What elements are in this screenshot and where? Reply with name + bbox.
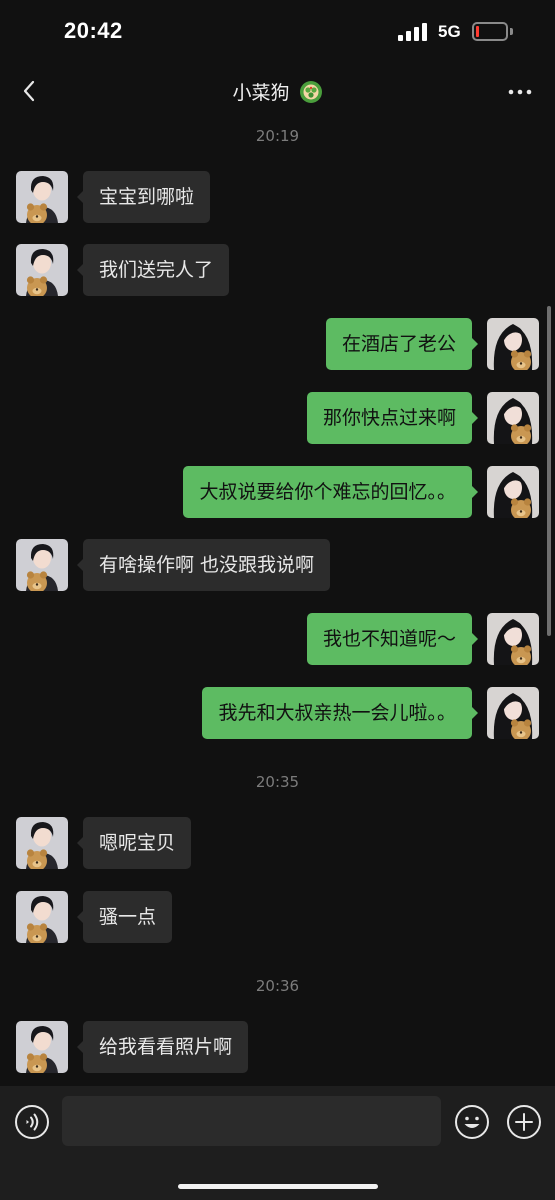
chat-scrollbar[interactable] xyxy=(547,306,551,636)
timestamp: 20:36 xyxy=(255,977,300,995)
signal-icon xyxy=(398,23,428,41)
message-bubble-outgoing[interactable]: 在酒店了老公 xyxy=(325,318,479,370)
battery-cap xyxy=(510,28,513,35)
contact-avatar[interactable] xyxy=(16,891,68,943)
home-indicator[interactable] xyxy=(178,1184,378,1189)
contact-avatar[interactable] xyxy=(16,539,68,591)
chat-title-area: 小菜狗 xyxy=(0,78,555,105)
plus-icon xyxy=(507,1105,541,1139)
more-dots-icon xyxy=(508,89,532,95)
message-bubble-outgoing[interactable]: 那你快点过来啊 xyxy=(306,392,479,444)
my-avatar[interactable] xyxy=(487,613,539,665)
more-functions-button[interactable] xyxy=(506,1104,542,1140)
more-button[interactable] xyxy=(505,80,535,104)
network-type: 5G xyxy=(438,22,461,41)
message-bubble-outgoing[interactable]: 我也不知道呢～ xyxy=(306,613,479,665)
contact-avatar[interactable] xyxy=(16,817,68,869)
chat-title: 小菜狗 xyxy=(232,82,290,104)
my-avatar[interactable] xyxy=(487,687,539,739)
message-bubble-incoming[interactable]: 宝宝到哪啦 xyxy=(76,171,211,223)
battery-icon xyxy=(472,22,508,41)
message-bubble-incoming[interactable]: 给我看看照片啊 xyxy=(76,1021,249,1073)
message-bubble-outgoing[interactable]: 大叔说要给你个难忘的回忆。。 xyxy=(183,466,478,518)
message-bubble-incoming[interactable]: 我们送完人了 xyxy=(76,244,230,296)
status-time: 20:42 xyxy=(64,18,123,43)
timestamp: 20:35 xyxy=(255,773,300,791)
status-bar: 20:42 5G xyxy=(0,0,555,66)
voice-icon xyxy=(15,1105,49,1139)
contact-avatar[interactable] xyxy=(16,244,68,296)
contact-avatar[interactable] xyxy=(16,171,68,223)
my-avatar[interactable] xyxy=(487,466,539,518)
nav-bar: 小菜狗 xyxy=(0,66,555,118)
message-bubble-incoming[interactable]: 骚一点 xyxy=(76,891,173,943)
chat-area[interactable]: 20:19 宝宝到哪啦 我们送完人了 在酒店了老公 那你快点过来啊 大叔说要给你… xyxy=(0,118,555,1086)
timestamp: 20:19 xyxy=(255,127,300,145)
message-bubble-incoming[interactable]: 嗯呢宝贝 xyxy=(76,817,192,869)
input-bar xyxy=(0,1086,555,1200)
my-avatar[interactable] xyxy=(487,318,539,370)
my-avatar[interactable] xyxy=(487,392,539,444)
message-bubble-incoming[interactable]: 有啥操作啊 也没跟我说啊 xyxy=(76,539,331,591)
emoji-button[interactable] xyxy=(454,1104,490,1140)
battery-level xyxy=(476,26,479,37)
message-bubble-outgoing[interactable]: 我先和大叔亲热一会儿啦。。 xyxy=(202,687,478,739)
emoji-icon xyxy=(455,1105,489,1139)
message-input[interactable] xyxy=(62,1096,441,1146)
contact-avatar[interactable] xyxy=(16,1021,68,1073)
voice-button[interactable] xyxy=(14,1104,50,1140)
vegetable-emoji-icon xyxy=(299,80,322,103)
